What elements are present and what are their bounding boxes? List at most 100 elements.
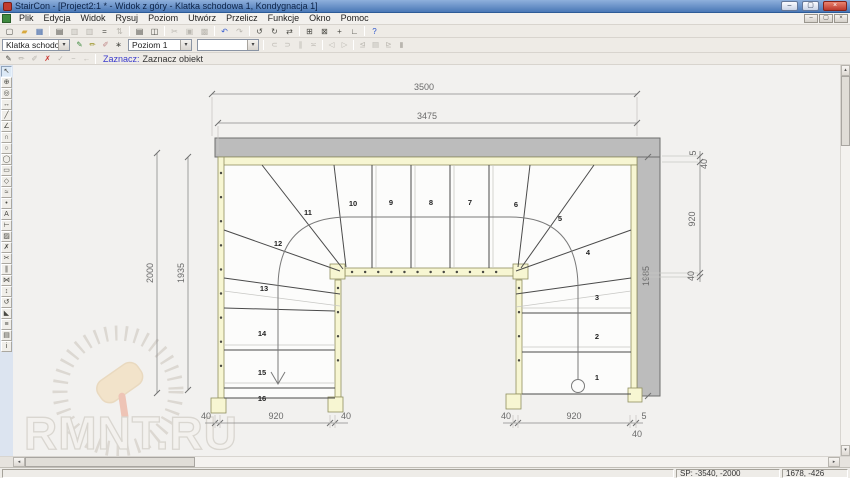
snap-mid-icon[interactable]: ▤: [369, 40, 382, 50]
scroll-up-icon[interactable]: ▴: [841, 65, 850, 76]
scale-tool[interactable]: ◣: [1, 308, 12, 319]
new-icon[interactable]: ▢: [2, 26, 17, 37]
edit-params-icon[interactable]: ✐: [99, 40, 112, 50]
menu-widok[interactable]: Widok: [76, 13, 111, 24]
save-icon[interactable]: ▦: [32, 26, 47, 37]
step-prev-icon[interactable]: ◁: [325, 40, 338, 50]
redo-icon[interactable]: ↷: [232, 26, 247, 37]
swap-icon[interactable]: ⇄: [282, 26, 297, 37]
chevron-down-icon[interactable]: ▾: [58, 40, 69, 50]
cancel-icon[interactable]: ✗: [41, 54, 54, 64]
open-icon[interactable]: ▰: [17, 26, 32, 37]
copy-icon[interactable]: ▣: [182, 26, 197, 37]
horizontal-scroll-track[interactable]: [195, 457, 828, 467]
back-icon[interactable]: ←: [80, 54, 93, 64]
help-icon[interactable]: ?: [367, 26, 382, 37]
rotate-left-icon[interactable]: ↺: [252, 26, 267, 37]
vertical-scrollbar[interactable]: ▴ ▾: [840, 65, 850, 456]
chevron-down-icon[interactable]: ▾: [180, 40, 191, 50]
measure-tool[interactable]: ↔: [1, 99, 12, 110]
point-tool[interactable]: •: [1, 198, 12, 209]
polyline-tool[interactable]: ∠: [1, 121, 12, 132]
mirror-tool[interactable]: ⋈: [1, 275, 12, 286]
pan-tool[interactable]: ⊕: [1, 77, 12, 88]
staircase-select[interactable]: Klatka schodowa 1 ▾: [2, 39, 70, 51]
align-parallel-icon[interactable]: ∥: [294, 40, 307, 50]
scroll-right-icon[interactable]: ▸: [828, 457, 840, 467]
edit-level-icon[interactable]: ✏: [86, 40, 99, 50]
cut-icon[interactable]: ✂: [167, 26, 182, 37]
level-paste-icon[interactable]: ▥: [82, 26, 97, 37]
close-icon[interactable]: ×: [823, 1, 847, 11]
chevron-down-icon[interactable]: ▾: [247, 40, 258, 50]
drawing-canvas[interactable]: RMNT.RU: [13, 65, 840, 456]
ellipse-tool[interactable]: ◯: [1, 154, 12, 165]
menu-pomoc[interactable]: Pomoc: [336, 13, 374, 24]
move-tool[interactable]: ↕: [1, 286, 12, 297]
print-preview-icon[interactable]: ◫: [147, 26, 162, 37]
align-equal-icon[interactable]: ≍: [307, 40, 320, 50]
mdi-restore-icon[interactable]: ▢: [819, 14, 833, 23]
horizontal-scroll-thumb[interactable]: [25, 457, 195, 467]
snap-start-icon[interactable]: ⊴: [356, 40, 369, 50]
draw-ortho-icon[interactable]: ✏: [15, 54, 28, 64]
step-next-icon[interactable]: ▷: [338, 40, 351, 50]
settings-icon[interactable]: ∗: [112, 40, 125, 50]
hatch-tool[interactable]: ▨: [1, 231, 12, 242]
spline-tool[interactable]: ≈: [1, 187, 12, 198]
align-left-icon[interactable]: ⊂: [268, 40, 281, 50]
menu-rysuj[interactable]: Rysuj: [111, 13, 144, 24]
paste-icon[interactable]: ▩: [197, 26, 212, 37]
rectangle-tool[interactable]: ▭: [1, 165, 12, 176]
trim-tool[interactable]: ✂: [1, 253, 12, 264]
undo-icon[interactable]: ↶: [217, 26, 232, 37]
scroll-left-icon[interactable]: ◂: [13, 457, 25, 467]
menu-poziom[interactable]: Poziom: [143, 13, 183, 24]
minimize-icon[interactable]: –: [781, 1, 798, 11]
empty-select[interactable]: ▾: [197, 39, 259, 51]
stair-grid-icon[interactable]: ▤: [52, 26, 67, 37]
level-select[interactable]: Poziom 1 ▾: [128, 39, 192, 51]
corner-icon[interactable]: ∟: [347, 26, 362, 37]
print-icon[interactable]: ▤: [132, 26, 147, 37]
menu-przelicz[interactable]: Przelicz: [221, 13, 263, 24]
dimension-tool[interactable]: ⊢: [1, 220, 12, 231]
draw-icon[interactable]: ✎: [2, 54, 15, 64]
menu-edycja[interactable]: Edycja: [39, 13, 76, 24]
info-tool[interactable]: i: [1, 341, 12, 352]
menu-plik[interactable]: Plik: [14, 13, 39, 24]
polygon-tool[interactable]: ◇: [1, 176, 12, 187]
vertical-scroll-thumb[interactable]: [841, 76, 850, 146]
snap-solid-icon[interactable]: ▮: [395, 40, 408, 50]
edit-staircase-icon[interactable]: ✎: [73, 40, 86, 50]
offset-tool[interactable]: ∥: [1, 264, 12, 275]
mdi-close-icon[interactable]: ×: [834, 14, 848, 23]
horizontal-scrollbar[interactable]: ◂ ▸: [0, 456, 850, 467]
scroll-down-icon[interactable]: ▾: [841, 445, 850, 456]
draw-free-icon[interactable]: ✐: [28, 54, 41, 64]
accept-icon[interactable]: ✓: [54, 54, 67, 64]
equalize-icon[interactable]: =: [97, 26, 112, 37]
snap-end-icon[interactable]: ⊵: [382, 40, 395, 50]
maximize-icon[interactable]: ▢: [802, 1, 819, 11]
pan-icon[interactable]: +: [332, 26, 347, 37]
vertical-scroll-track[interactable]: [841, 146, 850, 445]
zoom-window-icon[interactable]: ⊞: [302, 26, 317, 37]
mdi-minimize-icon[interactable]: –: [804, 14, 818, 23]
insert-rows-icon[interactable]: ⇅: [112, 26, 127, 37]
select-tool[interactable]: ↖: [1, 66, 12, 77]
line-tool[interactable]: ╱: [1, 110, 12, 121]
properties-tool[interactable]: ▤: [1, 330, 12, 341]
menu-utworz[interactable]: Utwórz: [183, 13, 221, 24]
layers-tool[interactable]: ≡: [1, 319, 12, 330]
rotate-tool[interactable]: ↺: [1, 297, 12, 308]
zoom-tool[interactable]: ◎: [1, 88, 12, 99]
circle-tool[interactable]: ○: [1, 143, 12, 154]
level-copy-icon[interactable]: ▥: [67, 26, 82, 37]
rotate-right-icon[interactable]: ↻: [267, 26, 282, 37]
align-right-icon[interactable]: ⊃: [281, 40, 294, 50]
zoom-extents-icon[interactable]: ⊠: [317, 26, 332, 37]
menu-okno[interactable]: Okno: [304, 13, 336, 24]
text-tool[interactable]: A: [1, 209, 12, 220]
erase-tool[interactable]: ✗: [1, 242, 12, 253]
